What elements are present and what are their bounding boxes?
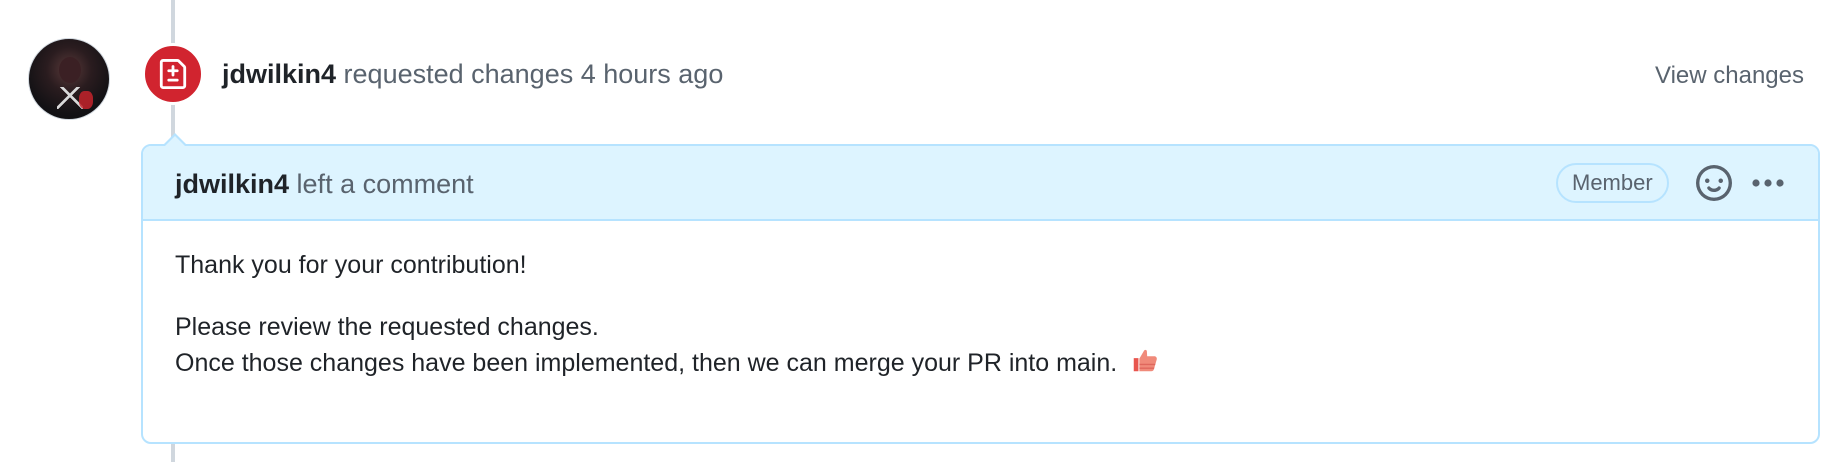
comment-caret-fill [165,136,185,146]
comment-author-link[interactable]: jdwilkin4 [175,169,289,199]
comment-body: Thank you for your contribution! Please … [143,221,1818,385]
comment-paragraph-thanks: Thank you for your contribution! [175,251,527,279]
comment-header: jdwilkin4 left a comment Member [143,146,1818,221]
comment-action: left a comment [296,169,474,199]
comment-paragraph-review: Please review the requested changes. Onc… [175,309,1786,385]
comment-line-merge: Once those changes have been implemented… [175,349,1118,377]
avatar[interactable] [28,38,110,120]
file-diff-icon [159,59,187,89]
review-event-header: jdwilkin4 requested changes 4 hours ago [222,58,723,90]
smiley-icon [1696,165,1732,201]
review-comment: jdwilkin4 left a comment Member Thank yo… [141,133,1820,444]
comment-options-button[interactable] [1748,165,1788,201]
view-changes-link[interactable]: View changes [1655,62,1804,90]
event-action: requested changes [343,59,574,89]
comment-line-review: Please review the requested changes. [175,313,599,341]
pr-timeline-page: jdwilkin4 requested changes 4 hours ago … [0,0,1846,462]
event-author-link[interactable]: jdwilkin4 [222,59,336,89]
avatar-accent [79,91,93,109]
member-role-badge: Member [1556,163,1669,203]
add-reaction-button[interactable] [1696,165,1732,201]
kebab-horizontal-icon [1752,179,1784,187]
thumbs-up-icon [1130,345,1160,385]
avatar-face [59,57,81,83]
comment-header-text: jdwilkin4 left a comment [175,168,474,200]
changes-requested-badge [142,43,204,105]
event-timestamp[interactable]: 4 hours ago [581,59,724,89]
